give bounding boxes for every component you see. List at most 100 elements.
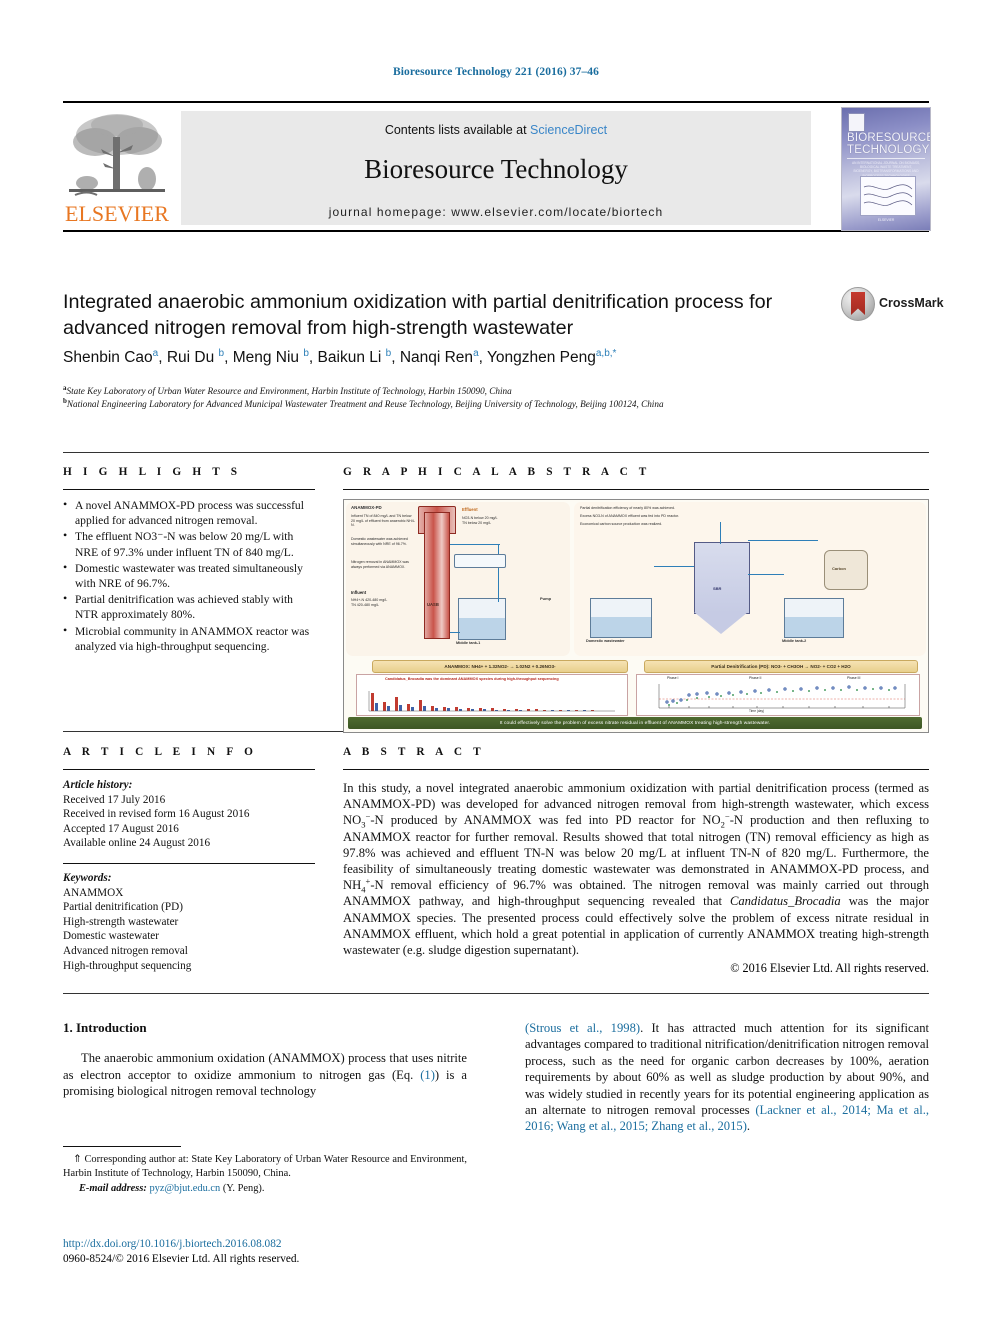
author-name: Shenbin Cao bbox=[63, 349, 153, 366]
crossmark-icon bbox=[841, 287, 875, 321]
affiliation-list: aState Key Laboratory of Urban Water Res… bbox=[63, 384, 883, 411]
page-title: Integrated anaerobic ammonium oxidizatio… bbox=[63, 291, 773, 339]
author[interactable]: Rui Du b bbox=[166, 348, 224, 366]
graphical-abstract-figure[interactable]: ANAMMOX-PD Influent TN of 840 mg/L and T… bbox=[343, 499, 929, 733]
corresponding-marker: ⇑ bbox=[73, 1154, 82, 1165]
list-item: Partial denitrification was achieved sta… bbox=[63, 591, 315, 622]
ga-sbr-label: SBR bbox=[713, 586, 722, 591]
author-name: Rui Du bbox=[166, 349, 215, 366]
ga-left-bullet: Influent TN of 840 mg/L and TN below 20 … bbox=[351, 514, 415, 528]
equation-link[interactable]: (1) bbox=[420, 1068, 435, 1082]
footnote-line: ⇑ Corresponding author at: State Key Lab… bbox=[63, 1153, 467, 1180]
email-link[interactable]: pyz@bjut.edu.cn bbox=[149, 1183, 220, 1194]
cover-title-line1: BIORESOURCE bbox=[847, 132, 931, 144]
issn-copyright-line: 0960-8524/© 2016 Elsevier Ltd. All right… bbox=[63, 1252, 300, 1265]
intro-text: . bbox=[746, 1119, 751, 1134]
divider-above-highlights bbox=[63, 452, 929, 453]
ga-uasb-reactor-icon bbox=[424, 512, 450, 639]
ga-left-title: ANAMMOX-PD bbox=[351, 505, 382, 510]
abstract-subscript: 2 bbox=[720, 819, 725, 830]
author-affil-mark: a bbox=[473, 347, 479, 359]
ga-tank-fill bbox=[785, 617, 843, 637]
ga-chart-left-title: Candidatus_Brocadia was the dominant ANA… bbox=[385, 677, 559, 681]
list-item: Domestic wastewater was treated simultan… bbox=[63, 560, 315, 591]
keyword-item[interactable]: High-strength wastewater bbox=[63, 915, 315, 930]
ga-carbon-tank-icon bbox=[824, 550, 868, 590]
author[interactable]: Shenbin Caoa bbox=[63, 348, 158, 366]
citation-link[interactable]: (Strous et al., 1998) bbox=[525, 1021, 640, 1035]
ga-pipe bbox=[654, 566, 694, 568]
ga-sbr-cone-icon bbox=[694, 612, 748, 634]
ga-pump-label: Pump bbox=[540, 596, 552, 601]
crossmark-label: CrossMark bbox=[879, 296, 944, 310]
sciencedirect-link[interactable]: ScienceDirect bbox=[530, 123, 607, 137]
affiliation-text: State Key Laboratory of Urban Water Reso… bbox=[66, 386, 512, 396]
ga-anammox-equation: ANAMMOX: NH4+ + 1.32NO2- → 1.02N2 + 0.26… bbox=[372, 660, 628, 673]
doi-link[interactable]: http://dx.doi.org/10.1016/j.biortech.201… bbox=[63, 1237, 493, 1252]
author[interactable]: Nanqi Rena bbox=[399, 347, 479, 366]
ga-middle-tank-1-label: Middle tank-1 bbox=[456, 641, 481, 645]
ga-tank-fill bbox=[591, 617, 651, 637]
ga-pipe bbox=[450, 544, 500, 546]
ga-tank-fill bbox=[459, 618, 505, 639]
author[interactable]: Yongzhen Penga,b,* bbox=[487, 347, 617, 366]
keyword-item[interactable]: Domestic wastewater bbox=[63, 929, 315, 944]
ga-pd-equation: Partial Denitrification (PD): NO3- + CH3… bbox=[644, 660, 918, 673]
affiliation-item: bNational Engineering Laboratory for Adv… bbox=[63, 397, 883, 411]
history-item: Received in revised form 16 August 2016 bbox=[63, 808, 250, 821]
ga-chart-left: Candidatus_Brocadia was the dominant ANA… bbox=[356, 674, 628, 716]
keyword-item[interactable]: High-throughput sequencing bbox=[63, 959, 315, 974]
author-list: Shenbin Caoa, Rui Du b, Meng Niu b, Baik… bbox=[63, 347, 617, 366]
author-name: Meng Niu bbox=[232, 349, 300, 366]
highlights-heading: H I G H L I G H T S bbox=[63, 466, 242, 478]
author[interactable]: Meng Niu b bbox=[232, 347, 309, 366]
ga-sbr-reactor-icon bbox=[694, 542, 750, 614]
journal-band: Contents lists available at ScienceDirec… bbox=[181, 111, 811, 225]
divider-above-body bbox=[63, 993, 929, 994]
ga-chart-right-xlabel: Time (day) bbox=[749, 709, 765, 713]
cover-graph-figure bbox=[860, 176, 916, 216]
ga-chart-right: Phase I Phase II Phase III Time (day) bbox=[636, 674, 920, 716]
keyword-item[interactable]: Partial denitrification (PD) bbox=[63, 900, 315, 915]
article-history-label: Article history: bbox=[63, 779, 133, 791]
journal-title: Bioresource Technology bbox=[364, 154, 628, 184]
ga-chart-right-phase-1: Phase I bbox=[667, 676, 679, 680]
list-item: A novel ANAMMOX-PD process was successfu… bbox=[63, 497, 315, 528]
ga-pipe bbox=[720, 522, 722, 544]
author-affil-mark: b bbox=[385, 347, 392, 359]
ga-left-bullet: Domestic wastewater was achieved simulta… bbox=[351, 537, 408, 546]
list-item: Microbial community in ANAMMOX reactor w… bbox=[63, 623, 315, 654]
article-page: Bioresource Technology 221 (2016) 37–46 bbox=[0, 0, 992, 1323]
affiliation-item: aState Key Laboratory of Urban Water Res… bbox=[63, 384, 883, 398]
doi-block: http://dx.doi.org/10.1016/j.biortech.201… bbox=[63, 1237, 493, 1266]
keyword-item[interactable]: Advanced nitrogen removal bbox=[63, 944, 315, 959]
abstract-subscript: 3 bbox=[361, 819, 366, 830]
contents-prefix: Contents lists available at bbox=[384, 123, 531, 137]
author-name: Nanqi Ren bbox=[399, 349, 474, 366]
intro-text: The anaerobic ammonium oxidation (ANAMMO… bbox=[63, 1051, 467, 1082]
email-line: E-mail address: pyz@bjut.edu.cn (Y. Peng… bbox=[63, 1182, 467, 1196]
abstract-part: -N produced by ANAMMOX was fed into PD r… bbox=[370, 813, 721, 828]
article-info-heading: A R T I C L E I N F O bbox=[63, 746, 258, 758]
crossmark-badge[interactable]: CrossMark bbox=[841, 287, 944, 321]
email-owner: (Y. Peng). bbox=[222, 1183, 265, 1195]
cover-title: BIORESOURCE TECHNOLOGY bbox=[847, 132, 931, 156]
author-affil-mark: a,b,* bbox=[595, 347, 617, 359]
abstract-block: A B S T R A C T In this study, a novel i… bbox=[343, 746, 929, 976]
corresponding-text: Corresponding author at: State Key Labor… bbox=[63, 1154, 467, 1179]
history-item: Available online 24 August 2016 bbox=[63, 837, 211, 850]
author-affil-mark: b bbox=[303, 347, 309, 359]
email-label: E-mail address: bbox=[79, 1183, 147, 1195]
ga-pipe bbox=[498, 544, 500, 602]
elsevier-tree-icon bbox=[67, 109, 167, 201]
abstract-species-name: Candidatus_Brocadia bbox=[729, 894, 841, 909]
keyword-item[interactable]: ANAMMOX bbox=[63, 886, 315, 901]
intro-paragraph-left: The anaerobic ammonium oxidation (ANAMMO… bbox=[63, 1050, 467, 1099]
ga-influent-values: NH4+-N 420-480 mg/L TN 420-480 mg/L bbox=[351, 598, 388, 607]
intro-paragraph-right: (Strous et al., 1998). It has attracted … bbox=[525, 1020, 929, 1135]
keywords-divider bbox=[63, 862, 315, 864]
author[interactable]: Baikun Li b bbox=[318, 347, 392, 366]
journal-homepage-line[interactable]: journal homepage: www.elsevier.com/locat… bbox=[181, 205, 811, 219]
section-heading-introduction: 1. Introduction bbox=[63, 1020, 147, 1035]
ga-middle-tank-2-label: Middle tank-2 bbox=[782, 639, 807, 643]
